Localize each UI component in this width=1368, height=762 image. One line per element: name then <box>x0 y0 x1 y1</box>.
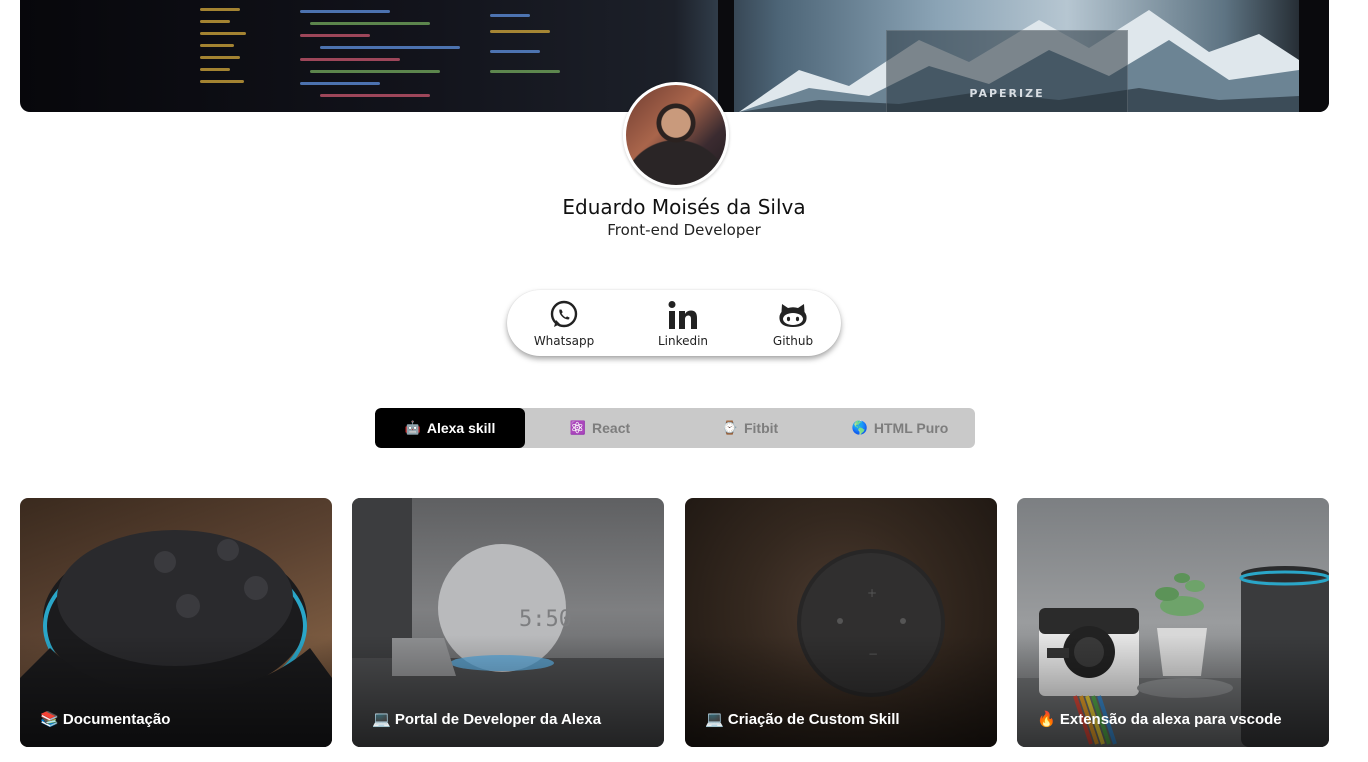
monitor-edge <box>1299 0 1329 112</box>
books-icon: 📚 <box>40 711 59 728</box>
tab-alexa-skill[interactable]: 🤖 Alexa skill <box>375 408 525 448</box>
laptop-icon: 💻 <box>705 711 724 728</box>
paperize-label: PAPERIZE <box>969 87 1045 100</box>
github-icon <box>779 304 807 327</box>
tab-react[interactable]: ⚛️ React <box>525 408 675 448</box>
linkedin-link[interactable]: Linkedin <box>643 300 723 348</box>
paperize-window: PAPERIZE <box>886 30 1128 112</box>
whatsapp-icon <box>550 300 578 328</box>
card-documentacao[interactable]: 📚 Documentação <box>20 498 332 747</box>
watch-icon: ⌚ <box>721 420 738 435</box>
atom-icon: ⚛️ <box>569 420 587 435</box>
card-custom-skill[interactable]: + − 💻 Criação de Custom Skill <box>685 498 997 747</box>
globe-icon: 🌎 <box>851 420 868 435</box>
tab-fitbit[interactable]: ⌚ Fitbit <box>675 408 825 448</box>
tab-label: Alexa skill <box>426 420 496 436</box>
card-caption: 🔥 Extensão da alexa para vscode <box>1037 710 1282 728</box>
github-link[interactable]: Github <box>753 300 833 348</box>
github-label: Github <box>772 334 814 348</box>
card-portal-developer[interactable]: 5:50 💻 Portal de Developer da Alexa <box>352 498 664 747</box>
card-caption: 📚 Documentação <box>40 710 170 728</box>
profile-role: Front-end Developer <box>607 221 761 239</box>
category-tabs: 🤖 Alexa skill ⚛️ React ⌚ Fitbit 🌎 HTML P… <box>375 408 975 448</box>
monitor-bezel <box>718 0 734 112</box>
card-caption: 💻 Portal de Developer da Alexa <box>372 710 601 728</box>
card-caption: 💻 Criação de Custom Skill <box>705 710 900 728</box>
tab-label: HTML Puro <box>873 420 949 436</box>
laptop-icon: 💻 <box>372 711 391 728</box>
card-title: Extensão da alexa para vscode <box>1059 711 1282 728</box>
whatsapp-label: Whatsapp <box>533 334 595 348</box>
code-editor-picture <box>190 0 570 112</box>
card-title: Documentação <box>62 711 171 728</box>
card-title: Portal de Developer da Alexa <box>394 711 602 728</box>
card-title: Criação de Custom Skill <box>727 711 900 728</box>
avatar <box>623 82 729 188</box>
card-extensao-vscode[interactable]: 🔥 Extensão da alexa para vscode <box>1017 498 1329 747</box>
robot-icon: 🤖 <box>404 420 421 435</box>
whatsapp-link[interactable]: Whatsapp <box>524 300 604 348</box>
tab-label: Fitbit <box>743 420 779 436</box>
social-links-card: Whatsapp Linkedin Github <box>507 290 841 356</box>
linkedin-label: Linkedin <box>657 334 709 348</box>
linkedin-icon <box>668 301 697 329</box>
tab-html-puro[interactable]: 🌎 HTML Puro <box>825 408 975 448</box>
profile-name: Eduardo Moisés da Silva <box>562 195 806 219</box>
tab-label: React <box>592 420 631 436</box>
fire-icon: 🔥 <box>1037 711 1056 728</box>
